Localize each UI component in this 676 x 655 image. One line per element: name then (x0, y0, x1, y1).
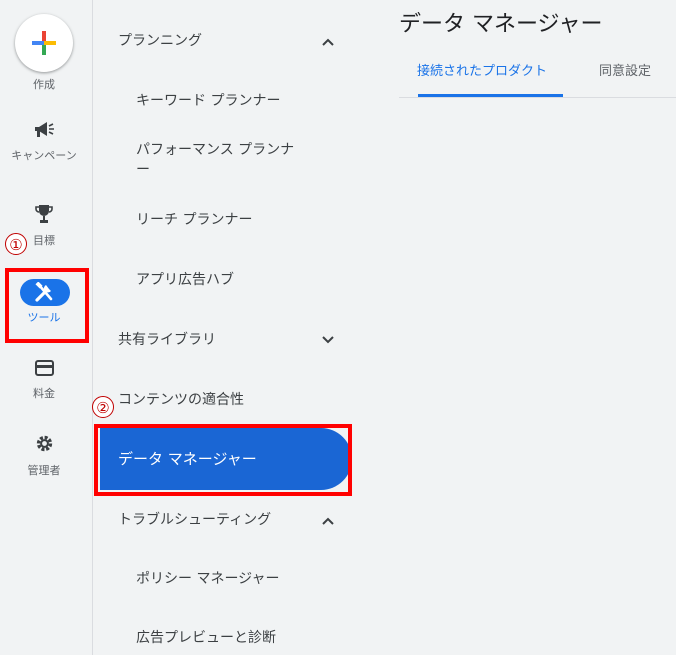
chevron-down-icon[interactable] (322, 336, 334, 344)
tab-consent-settings[interactable]: 同意設定 (599, 63, 651, 81)
megaphone-icon[interactable] (33, 120, 55, 140)
credit-card-icon[interactable] (35, 360, 54, 376)
nav-data-manager-label: データ マネージャー (118, 450, 257, 468)
admin-label[interactable]: 管理者 (0, 464, 88, 477)
nav-performance-planner[interactable]: パフォーマンス プランナ ー (136, 140, 294, 180)
step-2-marker: ② (92, 396, 114, 418)
active-tab-indicator (418, 94, 563, 97)
billing-label[interactable]: 料金 (0, 387, 88, 400)
tools-nav-panel: プランニング キーワード プランナー パフォーマンス プランナ ー リーチ プラ… (94, 0, 360, 655)
tools-label[interactable]: ツール (0, 311, 88, 324)
nav-shared-library[interactable]: 共有ライブラリ (118, 330, 216, 350)
campaigns-label[interactable]: キャンペーン (0, 149, 88, 162)
nav-troubleshooting[interactable]: トラブルシューティング (118, 510, 271, 530)
tools-button[interactable] (20, 279, 70, 306)
nav-data-manager[interactable]: データ マネージャー (100, 428, 352, 490)
create-label: 作成 (33, 78, 55, 91)
tab-connected-products[interactable]: 接続されたプロダクト (417, 63, 547, 81)
nav-policy-manager[interactable]: ポリシー マネージャー (136, 569, 279, 589)
trophy-icon[interactable] (35, 204, 53, 224)
tools-icon (35, 282, 53, 302)
nav-content-suitability[interactable]: コンテンツの適合性 (118, 390, 244, 410)
gear-icon[interactable] (35, 434, 54, 453)
plus-icon (32, 31, 56, 55)
chevron-up-icon[interactable] (322, 38, 334, 46)
nav-ad-preview[interactable]: 広告プレビューと診断 (136, 628, 276, 648)
chevron-up-icon[interactable] (322, 517, 334, 525)
nav-reach-planner[interactable]: リーチ プランナー (136, 210, 252, 230)
nav-keyword-planner[interactable]: キーワード プランナー (136, 91, 280, 111)
step-1-marker: ① (5, 233, 27, 255)
nav-planning[interactable]: プランニング (118, 31, 202, 51)
create-button[interactable] (15, 14, 73, 72)
left-rail: 作成 キャンペーン 目標 ツール 料金 管理者 (0, 0, 93, 655)
tab-bar: 接続されたプロダクト 同意設定 (399, 58, 676, 98)
page-title: データ マネージャー (399, 12, 603, 37)
nav-app-ad-hub[interactable]: アプリ広告ハブ (136, 270, 234, 290)
